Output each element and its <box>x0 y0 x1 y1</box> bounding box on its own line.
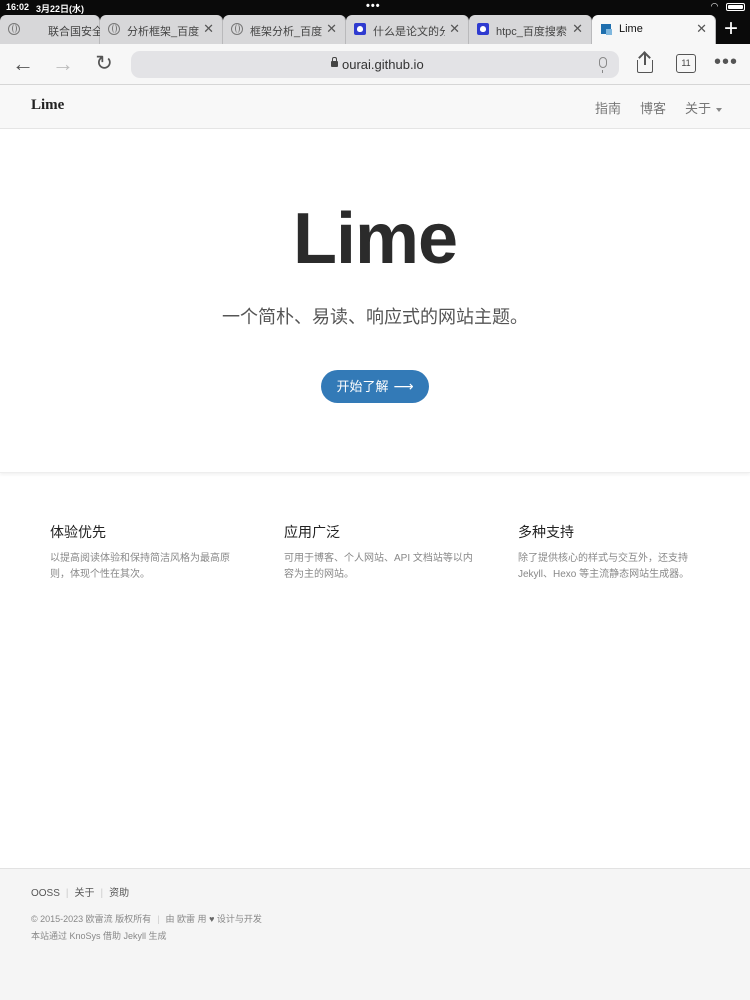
tab-label: 框架分析_百度百 <box>250 26 322 38</box>
tab-1[interactable]: 联合国安全 <box>0 15 100 44</box>
caret-down-icon <box>716 107 723 112</box>
footer-link-about[interactable]: 关于 <box>75 884 95 899</box>
feature-wide-use: 应用广泛 可用于博客、个人网站、API 文档站等以内容为主的网站。 <box>284 522 474 583</box>
heart-icon: ♥ <box>209 914 215 924</box>
feature-title: 应用广泛 <box>284 524 340 540</box>
close-icon[interactable]: ✕ <box>572 21 583 37</box>
multitask-dots-icon[interactable]: ••• <box>366 0 381 12</box>
close-icon[interactable]: ✕ <box>696 21 707 37</box>
back-arrow-icon[interactable]: ← <box>9 50 37 78</box>
globe-icon <box>108 23 120 35</box>
nav-link-blog[interactable]: 博客 <box>640 98 666 117</box>
tab-label: htpc_百度搜索 <box>496 26 567 38</box>
feature-title: 体验优先 <box>50 524 106 540</box>
feature-description: 以提高阅读体验和保持简洁风格为最高原则，体现个性在其次。 <box>50 553 230 580</box>
lime-icon <box>601 24 612 35</box>
close-icon[interactable]: ✕ <box>449 21 460 37</box>
feature-description: 除了提供核心的样式与交互外，还支持 Jekyll、Hexo 等主流静态网站生成器… <box>518 553 690 580</box>
feature-title: 多种支持 <box>518 524 574 540</box>
footer-links: OOSS | 关于 | 资助 <box>31 884 129 899</box>
generator-text: 本站通过 KnoSys 借助 Jekyll 生成 <box>31 931 167 941</box>
tab-count-button[interactable]: 11 <box>676 54 696 73</box>
hero-title: Lime <box>292 199 458 279</box>
tab-label: Lime <box>619 23 643 35</box>
made-by-suffix: 设计与开发 <box>216 914 262 924</box>
new-tab-plus-icon[interactable]: + <box>718 17 744 43</box>
hero-subtitle: 一个简朴、易读、响应式的网站主题。 <box>222 307 528 327</box>
nav-about-label: 关于 <box>685 101 712 116</box>
tab-strip: 联合国安全 分析框架_百度搜 ✕ 框架分析_百度百 ✕ 什么是论文的分 ✕ ht… <box>0 15 750 44</box>
url-text: ourai.github.io <box>342 57 424 72</box>
tab-5[interactable]: htpc_百度搜索 ✕ <box>469 15 592 44</box>
tab-label: 联合国安全 <box>48 26 100 38</box>
footer-credits-line: © 2015-2023 欧雷流 版权所有 | 由 欧雷 用 ♥ 设计与开发 <box>31 914 262 924</box>
more-dots-icon[interactable]: ••• <box>714 51 738 74</box>
reload-icon[interactable]: ↻ <box>90 50 118 78</box>
tab-6-active[interactable]: Lime ✕ <box>592 15 716 44</box>
globe-icon <box>231 23 243 35</box>
site-navbar: Lime 指南 博客 关于 <box>0 85 750 129</box>
site-footer: OOSS | 关于 | 资助 © 2015-2023 欧雷流 版权所有 | 由 欧雷 用 ♥… <box>0 868 750 1000</box>
footer-link-ooss[interactable]: OOSS <box>31 888 60 899</box>
nav-dropdown-about[interactable]: 关于 <box>685 98 723 117</box>
battery-icon <box>726 3 745 11</box>
baidu-icon <box>354 23 366 35</box>
site-brand[interactable]: Lime <box>31 97 64 114</box>
wifi-icon: ◠ <box>711 1 718 11</box>
tab-label: 分析框架_百度搜 <box>127 26 199 38</box>
close-icon[interactable]: ✕ <box>203 21 214 37</box>
baidu-icon <box>477 23 489 35</box>
globe-icon <box>8 23 20 35</box>
feature-multi-support: 多种支持 除了提供核心的样式与交互外，还支持 Jekyll、Hexo 等主流静态… <box>518 522 708 583</box>
footer-link-sponsor[interactable]: 资助 <box>109 884 129 899</box>
status-date: 3月22日(水) <box>36 4 85 14</box>
forward-arrow-icon[interactable]: → <box>49 50 77 78</box>
get-started-label: 开始了解 <box>336 379 389 394</box>
status-bar: 16:02 3月22日(水) ••• ◠ <box>0 0 750 14</box>
hero-section: Lime 一个简朴、易读、响应式的网站主题。 开始了解 ⟶ <box>0 129 750 473</box>
browser-top-bar: 16:02 3月22日(水) ••• ◠ 联合国安全 分析框架_百度搜 ✕ 框架… <box>0 0 750 44</box>
address-bar[interactable]: ourai.github.io <box>131 51 619 78</box>
browser-toolbar: ← → ↻ ourai.github.io 11 ••• <box>0 44 750 85</box>
feature-experience: 体验优先 以提高阅读体验和保持简洁风格为最高原则，体现个性在其次。 <box>50 522 240 583</box>
tab-3[interactable]: 框架分析_百度百 ✕ <box>223 15 346 44</box>
made-by-prefix: 由 欧雷 用 <box>165 914 207 924</box>
microphone-icon[interactable] <box>599 57 607 73</box>
arrow-right-icon: ⟶ <box>393 378 414 394</box>
get-started-button[interactable]: 开始了解 ⟶ <box>321 370 429 403</box>
tab-2[interactable]: 分析框架_百度搜 ✕ <box>100 15 223 44</box>
share-icon[interactable] <box>636 53 654 73</box>
footer-meta: © 2015-2023 欧雷流 版权所有 | 由 欧雷 用 ♥ 设计与开发 本站通过… <box>31 911 262 945</box>
copyright-text: © 2015-2023 欧雷流 版权所有 <box>31 914 152 924</box>
nav-link-guide[interactable]: 指南 <box>595 98 621 117</box>
lock-icon <box>331 57 338 67</box>
close-icon[interactable]: ✕ <box>326 21 337 37</box>
tab-4[interactable]: 什么是论文的分 ✕ <box>346 15 469 44</box>
feature-description: 可用于博客、个人网站、API 文档站等以内容为主的网站。 <box>284 553 473 580</box>
status-time: 16:02 <box>6 2 30 12</box>
tab-label: 什么是论文的分 <box>373 26 445 38</box>
